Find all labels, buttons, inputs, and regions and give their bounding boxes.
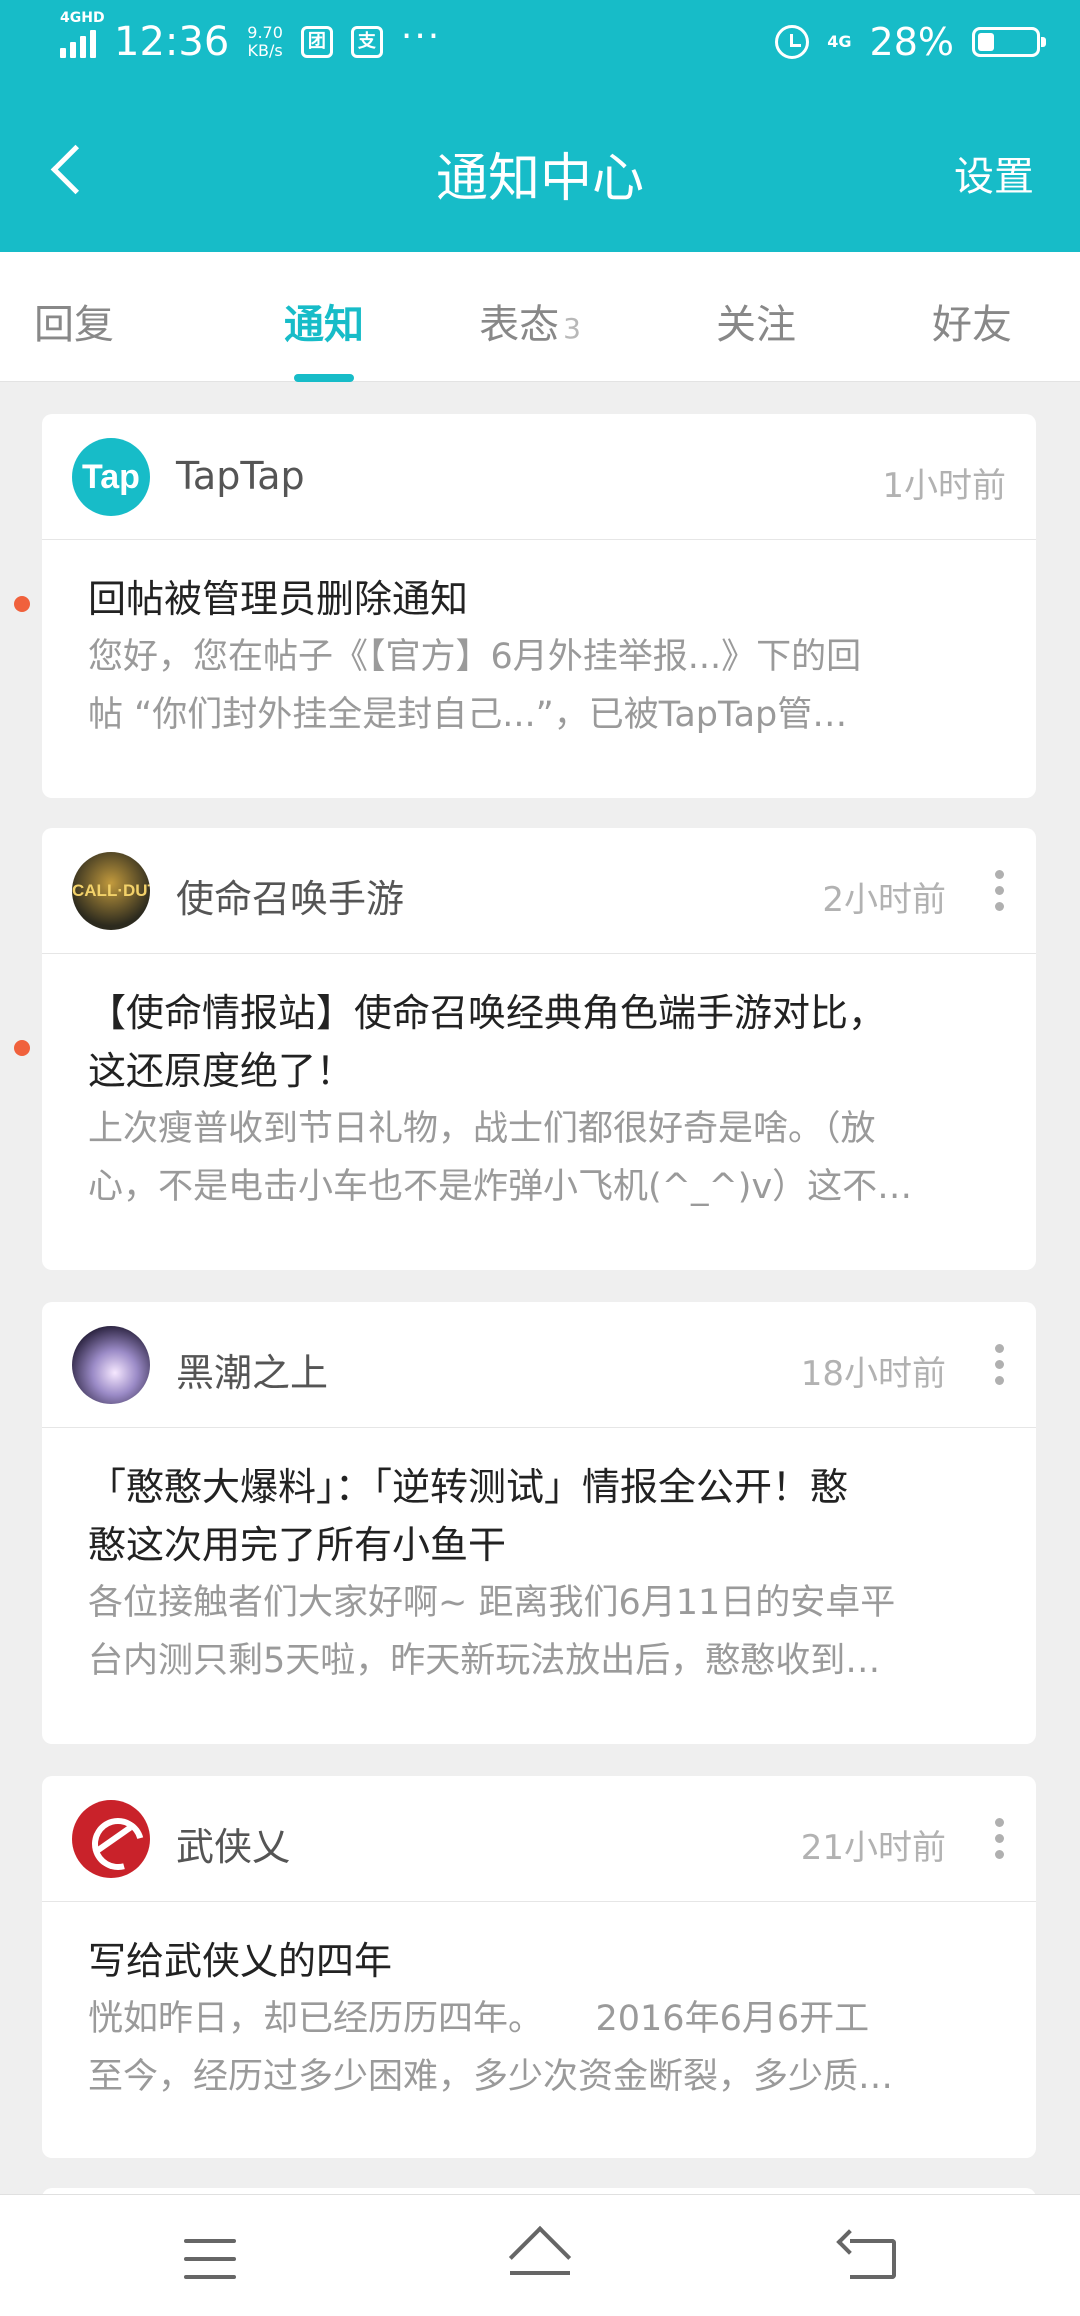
notification-time: 1小时前 — [882, 466, 1006, 506]
notification-excerpt: 各位接触者们大家好啊~ 距离我们6月11日的安卓平 台内测只剩5天啦，昨天新玩法… — [88, 1583, 896, 1681]
network-speed: 9.70 KB/s — [247, 23, 283, 60]
network-type: 4GHD — [60, 10, 105, 26]
battery-icon — [972, 27, 1046, 57]
taptap-avatar[interactable]: Tap — [72, 438, 150, 516]
notification-card[interactable]: 武侠乂 21小时前 写给武侠乂的四年 恍如昨日，却已经历历四年。 2016年6月… — [42, 1776, 1036, 2158]
card-header: 黑潮之上 18小时前 — [42, 1302, 1036, 1428]
wuxiayi-avatar[interactable] — [72, 1800, 150, 1878]
notification-excerpt: 上次瘦普收到节日礼物，战士们都很好奇是啥。（放 心，不是电击小车也不是炸弹小飞机… — [88, 1109, 913, 1207]
home-icon[interactable] — [506, 2229, 574, 2281]
battery-percent: 28% — [869, 20, 954, 64]
alipay-app-icon: 支 — [350, 26, 383, 58]
notification-title: 「憨憨大爆料」：「逆转测试」情报全公开！憨 憨这次用完了所有小鱼干 — [88, 1465, 849, 1567]
notification-title: 回帖被管理员删除通知 — [88, 577, 469, 621]
card-body: 【使命情报站】使命召唤经典角色端手游对比， 这还原度绝了！ 上次瘦普收到节日礼物… — [42, 954, 1036, 1216]
cod-mobile-avatar[interactable]: CALL·DUTY — [72, 852, 150, 930]
alarm-icon — [775, 25, 810, 59]
tab-follow[interactable]: 关注 — [676, 292, 836, 350]
source-name[interactable]: 武侠乂 — [176, 1816, 290, 1871]
card-body: 写给武侠乂的四年 恍如昨日，却已经历历四年。 2016年6月6开工 至今，经历过… — [42, 1902, 1036, 2106]
app-header: 4GHD 12:36 9.70 KB/s 团 支 ··· 4G 28% 通知中心… — [0, 0, 1080, 252]
signal-icon: 4GHD — [60, 10, 105, 58]
unread-dot — [14, 1040, 30, 1056]
reaction-count-badge: 3 — [563, 312, 581, 345]
notification-title: 写给武侠乂的四年 — [88, 1939, 393, 1983]
notification-tabs: 回复 通知 表态 3 关注 好友 — [0, 252, 1080, 382]
notification-card[interactable]: 黑潮之上 18小时前 「憨憨大爆料」：「逆转测试」情报全公开！憨 憨这次用完了所… — [42, 1302, 1036, 1744]
notification-card[interactable]: Tap TapTap 1小时前 回帖被管理员删除通知 您好，您在帖子《【官方】6… — [42, 414, 1036, 798]
battery-level — [978, 33, 994, 51]
network-4g-icon: 4G — [827, 32, 852, 51]
page-title: 通知中心 — [435, 149, 644, 209]
more-vertical-icon[interactable] — [992, 1344, 1006, 1388]
card-header: CALL·DUTY 使命召唤手游 2小时前 — [42, 828, 1036, 954]
card-body: 「憨憨大爆料」：「逆转测试」情报全公开！憨 憨这次用完了所有小鱼干 各位接触者们… — [42, 1428, 1036, 1690]
tab-friends[interactable]: 好友 — [892, 292, 1052, 350]
tuan-app-icon: 团 — [300, 26, 333, 58]
tab-reply[interactable]: 回复 — [0, 292, 154, 350]
more-vertical-icon[interactable] — [992, 870, 1006, 914]
source-name[interactable]: 使命召唤手游 — [176, 868, 404, 923]
back-icon[interactable] — [840, 2233, 896, 2279]
heichao-avatar[interactable] — [72, 1326, 150, 1404]
system-nav-bar — [0, 2194, 1080, 2316]
more-notifications-icon: ··· — [400, 15, 442, 57]
more-vertical-icon[interactable] — [992, 1818, 1006, 1862]
settings-button[interactable]: 设置 — [954, 144, 1034, 202]
title-bar: 通知中心 设置 — [0, 84, 1080, 252]
source-name[interactable]: TapTap — [176, 454, 305, 498]
source-name[interactable]: 黑潮之上 — [176, 1342, 328, 1397]
card-body: 回帖被管理员删除通知 您好，您在帖子《【官方】6月外挂举报...》下的回 帖 “… — [42, 540, 1036, 744]
notification-title: 【使命情报站】使命召唤经典角色端手游对比， 这还原度绝了！ — [88, 991, 887, 1093]
tab-reaction[interactable]: 表态 3 — [450, 292, 610, 350]
status-bar: 4GHD 12:36 9.70 KB/s 团 支 ··· 4G 28% — [0, 0, 1080, 84]
active-tab-indicator — [294, 374, 354, 382]
menu-icon[interactable] — [184, 2239, 236, 2279]
notification-time: 21小时前 — [800, 1828, 946, 1868]
notification-card[interactable]: CALL·DUTY 使命召唤手游 2小时前 【使命情报站】使命召唤经典角色端手游… — [42, 828, 1036, 1270]
card-header: Tap TapTap 1小时前 — [42, 414, 1036, 540]
status-time: 12:36 — [114, 19, 230, 65]
notification-excerpt: 您好，您在帖子《【官方】6月外挂举报...》下的回 帖 “你们封外挂全是封自己.… — [88, 637, 862, 735]
tab-notify[interactable]: 通知 — [244, 292, 404, 350]
notification-excerpt: 恍如昨日，却已经历历四年。 2016年6月6开工 至今，经历过多少困难，多少次资… — [88, 1999, 894, 2097]
unread-dot — [14, 596, 30, 612]
notification-time: 18小时前 — [800, 1354, 946, 1394]
card-header: 武侠乂 21小时前 — [42, 1776, 1036, 1902]
notification-time: 2小时前 — [822, 880, 946, 920]
